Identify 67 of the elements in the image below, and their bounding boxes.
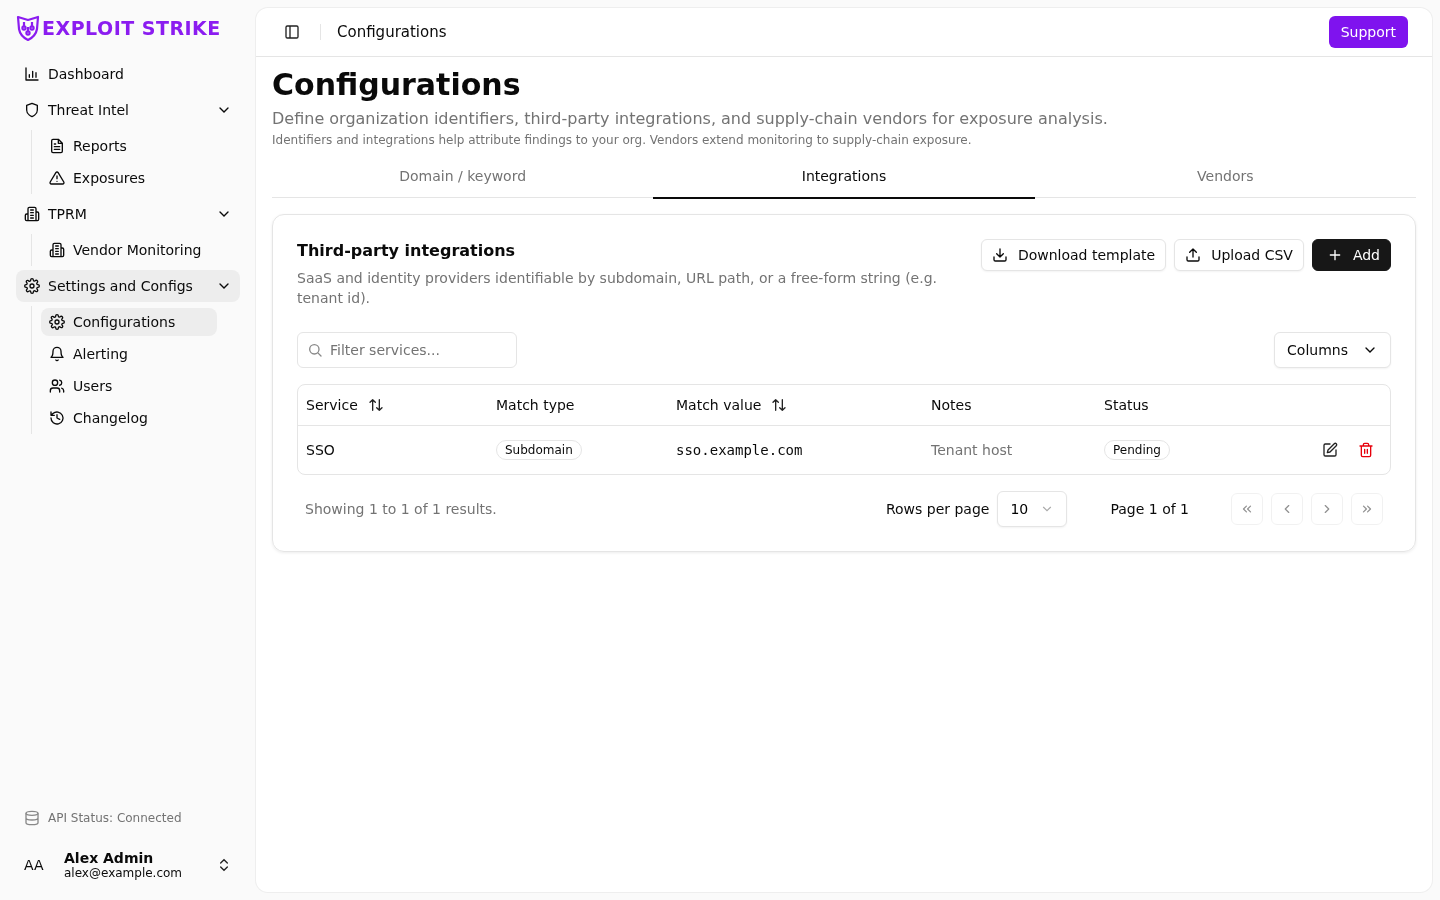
user-initials: AA <box>24 857 45 873</box>
download-icon <box>991 247 1008 263</box>
trash-icon <box>1358 442 1374 458</box>
rows-per-page-select[interactable]: 10 <box>997 491 1068 527</box>
building-icon <box>24 206 40 222</box>
history-icon <box>49 410 65 426</box>
nav-item[interactable]: Alerting <box>41 340 217 368</box>
bell-icon <box>49 346 65 362</box>
header-title: Configurations <box>337 23 447 41</box>
card-title: Third-party integrations <box>297 241 517 260</box>
card-description: SaaS and identity providers identifiable by subdomain, URL path, or a free-form string (e.g. tenant id). <box>297 269 938 308</box>
nav-item[interactable]: TPRM <box>16 198 240 230</box>
page-indicator: Page 1 of 1 <box>1110 501 1189 517</box>
column-header: Match type <box>496 397 575 413</box>
table-cell: SSO <box>306 442 335 458</box>
tab[interactable]: Integrations <box>653 157 1035 199</box>
upload-icon <box>1185 247 1202 263</box>
warning-icon <box>49 170 65 186</box>
page-title: Configurations <box>272 67 522 103</box>
nav-item[interactable]: Configurations <box>41 308 217 336</box>
tab[interactable]: Domain / keyword <box>272 157 654 199</box>
database-icon <box>24 810 40 826</box>
results-summary: Showing 1 to 1 of 1 results. <box>305 501 497 517</box>
support-button[interactable]: Support <box>1328 16 1408 48</box>
nav-item[interactable]: Changelog <box>41 404 217 432</box>
rows-per-page-label: Rows per page <box>885 501 990 517</box>
nav-item[interactable]: Threat Intel <box>16 94 240 126</box>
column-header: Status <box>1104 397 1149 413</box>
api-status: API Status: Connected <box>48 811 182 825</box>
double-chevron-left-icon <box>1240 502 1254 516</box>
user-email: alex@example.com <box>64 866 184 880</box>
sidebar-panel-icon <box>284 24 300 40</box>
page-description: Define organization identifiers, third-party integrations, and supply-chain vendors for exposure analysis. <box>272 109 1109 128</box>
nav-item[interactable]: Reports <box>41 132 217 160</box>
page-note: Identifiers and integrations help attribute findings to your org. Vendors extend monitoring to supply-chain exposure. <box>272 133 973 147</box>
user-name: Alex Admin <box>64 850 155 866</box>
search-field[interactable]: Filter services... <box>297 332 517 368</box>
sort-icon[interactable] <box>367 397 384 413</box>
columns-button[interactable]: Columns <box>1274 332 1391 368</box>
sort-icon[interactable] <box>771 397 788 413</box>
nav-item[interactable]: Dashboard <box>16 58 240 90</box>
tab[interactable]: Vendors <box>1034 157 1416 199</box>
building-icon <box>49 242 65 258</box>
add-button[interactable]: Add <box>1311 239 1391 271</box>
shield-icon <box>24 102 40 118</box>
shield-logo-icon <box>16 15 40 41</box>
search-icon <box>307 342 323 358</box>
nav-item[interactable]: Settings and Configs <box>16 270 240 302</box>
column-header: Notes <box>931 397 972 413</box>
column-header: Service <box>306 397 358 413</box>
double-chevron-right-icon <box>1360 502 1374 516</box>
user-menu[interactable]: AA Alex Admin alex@example.com <box>16 844 240 886</box>
brand-name: EXPLOIT STRIKE <box>42 17 221 39</box>
nav-item[interactable]: Exposures <box>41 164 217 192</box>
settings-icon <box>24 278 40 294</box>
download-button[interactable]: Download template <box>980 239 1167 271</box>
document-icon <box>49 138 65 154</box>
edit-icon <box>1322 442 1338 458</box>
column-header: Match value <box>676 397 762 413</box>
table-cell: sso.example.com <box>676 442 803 458</box>
upload-button[interactable]: Upload CSV <box>1174 239 1304 271</box>
table-cell: Tenant host <box>931 442 1013 458</box>
bar-chart-icon <box>24 66 40 82</box>
users-icon <box>49 378 65 394</box>
nav-item[interactable]: Users <box>41 372 217 400</box>
settings-icon <box>49 314 65 330</box>
nav-item[interactable]: Vendor Monitoring <box>41 236 217 264</box>
